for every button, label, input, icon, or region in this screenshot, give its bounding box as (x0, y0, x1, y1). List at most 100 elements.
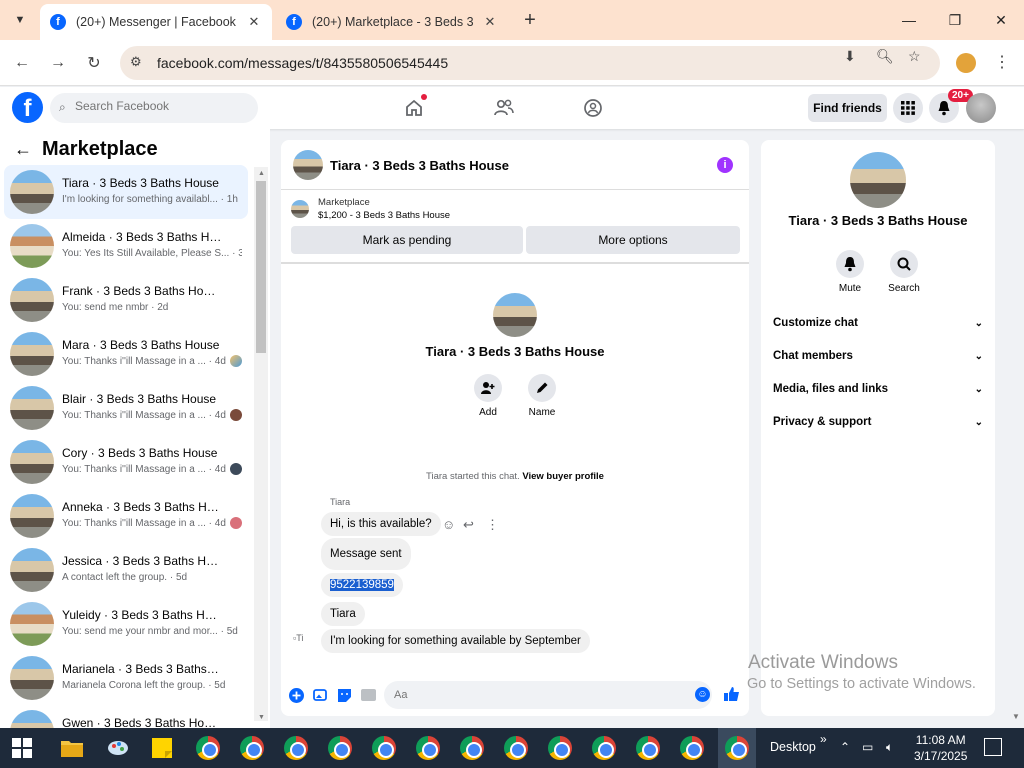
thumbs-up-icon[interactable] (724, 686, 740, 702)
conversation-item[interactable]: Tiara · 3 Beds 3 Baths House I'm looking… (4, 165, 248, 219)
page-scroll-down-icon[interactable]: ▼ (1012, 712, 1020, 721)
conversation-item[interactable]: Anneka · 3 Beds 3 Baths Hou... You: Than… (4, 489, 248, 543)
message-bubble[interactable]: 9522139859 (321, 573, 403, 597)
tab-messenger[interactable]: f (20+) Messenger | Facebook ✕ (40, 4, 272, 40)
conversation-item[interactable]: Yuleidy · 3 Beds 3 Baths House You: send… (4, 597, 248, 651)
conversation-item[interactable]: Mara · 3 Beds 3 Baths House You: Thanks … (4, 327, 248, 381)
chrome-icon[interactable] (546, 734, 574, 762)
chrome-icon[interactable] (678, 734, 706, 762)
tab-marketplace[interactable]: f (20+) Marketplace - 3 Beds 3 Baths ✕ (276, 4, 508, 40)
mute-button[interactable]: Mute (828, 250, 872, 294)
tray-expand-icon[interactable]: ⌃ (840, 740, 850, 754)
system-clock[interactable]: 11:08 AM 3/17/2025 (914, 732, 967, 764)
chrome-icon[interactable] (634, 734, 662, 762)
chat-members-section[interactable]: Chat members ⌄ (773, 346, 983, 366)
network-icon[interactable]: ▭ (862, 740, 873, 754)
chrome-icon[interactable] (194, 734, 222, 762)
groups-icon[interactable] (580, 96, 606, 120)
chrome-icon[interactable] (238, 734, 266, 762)
image-icon[interactable] (312, 687, 328, 703)
bookmark-star-icon[interactable]: ☆ (908, 48, 921, 65)
account-avatar[interactable] (966, 93, 996, 123)
chrome-icon[interactable] (282, 734, 310, 762)
notification-center-icon[interactable] (984, 738, 1002, 756)
sticky-notes-icon[interactable] (148, 734, 176, 762)
view-buyer-profile-link[interactable]: View buyer profile (522, 471, 604, 482)
profile-avatar[interactable] (850, 152, 906, 208)
restore-icon[interactable]: ❐ (932, 0, 978, 40)
scrollbar-thumb[interactable] (256, 181, 266, 353)
zoom-icon[interactable]: 🔍︎ (876, 48, 894, 65)
profile-avatar[interactable] (493, 293, 537, 337)
friends-icon[interactable] (491, 96, 517, 120)
conversation-item[interactable]: Marianela · 3 Beds 3 Baths Hou... Marian… (4, 651, 248, 705)
scroll-down-icon[interactable]: ▼ (258, 714, 265, 721)
chat-title[interactable]: Tiara · 3 Beds 3 Baths House (330, 158, 509, 173)
volume-icon[interactable]: 🔈︎ (886, 740, 893, 755)
sticker-icon[interactable] (336, 687, 352, 703)
conversation-item[interactable]: Frank · 3 Beds 3 Baths House You: send m… (4, 273, 248, 327)
conversation-item[interactable]: Cory · 3 Beds 3 Baths House You: Thanks … (4, 435, 248, 489)
install-app-icon[interactable]: ⬇ (844, 48, 856, 65)
facebook-logo-icon[interactable]: f (12, 92, 43, 123)
reply-icon[interactable]: ↩ (463, 517, 474, 533)
customize-chat-section[interactable]: Customize chat ⌄ (773, 313, 983, 333)
new-tab-button[interactable]: + (518, 8, 542, 32)
chrome-icon[interactable] (370, 734, 398, 762)
chevron-icon[interactable]: » (820, 732, 827, 746)
message-bubble[interactable]: Hi, is this available? (321, 512, 441, 536)
forward-icon[interactable]: → (45, 50, 71, 76)
chrome-icon[interactable] (502, 734, 530, 762)
search-input[interactable] (75, 99, 245, 113)
address-bar[interactable]: ⚙ facebook.com/messages/t/84355805065454… (120, 46, 940, 80)
menu-grid-icon[interactable] (893, 93, 923, 123)
react-emoji-icon[interactable]: ☺ (442, 517, 455, 532)
chrome-icon-active[interactable] (718, 728, 756, 768)
browser-menu-icon[interactable]: ⋮ (994, 52, 1010, 72)
site-info-icon[interactable]: ⚙ (130, 54, 142, 70)
file-explorer-icon[interactable] (58, 734, 86, 762)
scroll-up-icon[interactable]: ▲ (258, 170, 265, 177)
find-friends-button[interactable]: Find friends (808, 94, 887, 122)
chrome-icon[interactable] (414, 734, 442, 762)
search-button[interactable]: Search (882, 250, 926, 294)
more-options-button[interactable]: More options (526, 226, 740, 254)
conversation-item[interactable]: Almeida · 3 Beds 3 Baths House You: Yes … (4, 219, 248, 273)
privacy-support-section[interactable]: Privacy & support ⌄ (773, 412, 983, 432)
gif-icon[interactable] (360, 687, 376, 703)
conversation-item[interactable]: Blair · 3 Beds 3 Baths House You: Thanks… (4, 381, 248, 435)
mark-pending-button[interactable]: Mark as pending (291, 226, 523, 254)
info-icon[interactable]: i (717, 157, 733, 173)
listing-thumbnail[interactable] (291, 200, 309, 218)
chrome-icon[interactable] (458, 734, 486, 762)
facebook-search[interactable]: ⌕ (50, 93, 258, 123)
add-button[interactable]: Add (468, 374, 508, 418)
chrome-icon[interactable] (590, 734, 618, 762)
back-arrow-icon[interactable]: ← (14, 139, 32, 160)
home-icon[interactable] (401, 94, 427, 120)
chrome-icon[interactable] (326, 734, 354, 762)
close-icon[interactable]: ✕ (482, 14, 498, 30)
browser-profile-avatar[interactable] (956, 53, 976, 73)
window-close-icon[interactable]: ✕ (978, 0, 1024, 40)
paint-icon[interactable] (104, 734, 132, 762)
minimize-icon[interactable]: — (886, 0, 932, 40)
plus-circle-icon[interactable] (288, 687, 304, 703)
message-bubble[interactable]: Message sent (321, 538, 411, 570)
more-actions-icon[interactable]: ⋮ (486, 517, 499, 533)
highlighted-phone-number[interactable]: 9522139859 (330, 579, 394, 591)
back-icon[interactable]: ← (9, 50, 35, 76)
media-files-links-section[interactable]: Media, files and links ⌄ (773, 379, 983, 399)
url-text[interactable]: facebook.com/messages/t/8435580506545445 (157, 55, 448, 71)
conversation-scrollbar[interactable] (254, 167, 268, 721)
close-icon[interactable]: ✕ (246, 14, 262, 30)
avatar[interactable] (293, 150, 323, 180)
tab-search-icon[interactable]: ▼ (8, 8, 32, 32)
name-button[interactable]: Name (522, 374, 562, 418)
emoji-icon[interactable]: ☺ (695, 687, 710, 702)
windows-start-icon[interactable] (12, 738, 32, 758)
listing-price[interactable]: $1,200 - 3 Beds 3 Baths House (318, 210, 450, 221)
message-bubble[interactable]: I'm looking for something available by S… (321, 629, 590, 653)
conversation-item[interactable]: Jessica · 3 Beds 3 Baths House A contact… (4, 543, 248, 597)
message-input[interactable] (384, 681, 712, 709)
